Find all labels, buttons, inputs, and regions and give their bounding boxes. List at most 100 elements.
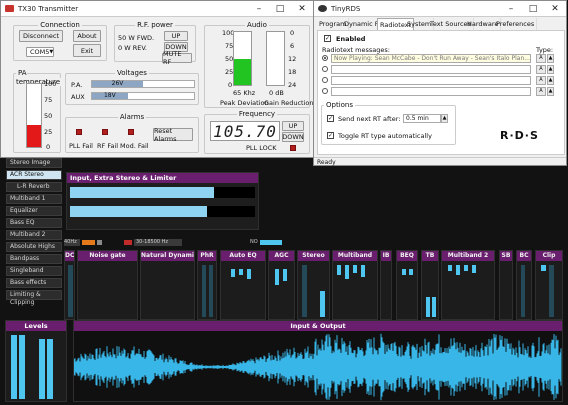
about-button[interactable]: About: [73, 30, 101, 42]
sidebar-item-equalizer[interactable]: Equalizer: [6, 206, 62, 216]
peak-scale-0: 0: [228, 81, 233, 89]
message-input-2[interactable]: [331, 65, 531, 74]
mute-rf-button[interactable]: MUTE RF: [162, 50, 192, 66]
module-noise-gate[interactable]: Noise gate: [77, 250, 138, 320]
module-meter: [448, 265, 452, 271]
module-beq[interactable]: BEQ: [396, 250, 418, 320]
toggle-rt-label: Toggle RT type automatically: [338, 132, 432, 140]
com-port-select[interactable]: COM5 ▼: [26, 47, 54, 57]
close-icon[interactable]: ✕: [544, 1, 566, 17]
message-input-3[interactable]: [331, 76, 531, 85]
rf-power-title: R.F. power: [135, 21, 175, 29]
module-clip[interactable]: Clip: [535, 250, 563, 320]
exit-button[interactable]: Exit: [73, 44, 101, 57]
module-phr[interactable]: PhR: [197, 250, 217, 320]
maximize-icon[interactable]: □: [269, 1, 291, 17]
module-tb[interactable]: TB: [421, 250, 439, 320]
module-agc[interactable]: AGC: [268, 250, 295, 320]
rf-up-button[interactable]: UP: [164, 31, 188, 41]
input-meter-left-fill: [70, 187, 215, 198]
module-meter: [541, 265, 546, 271]
module-title: Auto EQ: [221, 251, 265, 261]
input-meter-left: [70, 187, 255, 198]
sidebar-item-bandpass[interactable]: Bandpass: [6, 254, 62, 264]
message-input-1[interactable]: Now Playing: Sean McCabe - Don't Run Awa…: [331, 54, 531, 63]
message-radio-4[interactable]: [322, 88, 328, 94]
strip-freq-left: 40Hz: [64, 239, 80, 246]
temp-scale-50: 50: [44, 112, 53, 120]
pa-voltage-label: P.A.: [71, 81, 83, 89]
sidebar-item-acr-stereo[interactable]: ACR Stereo: [6, 170, 62, 180]
module-stereo[interactable]: Stereo: [297, 250, 330, 320]
input-panel-title: Input, Extra Stereo & Limiter: [67, 173, 258, 183]
module-ib[interactable]: IB: [380, 250, 392, 320]
sidebar-item-limiting-clipping[interactable]: Limiting & Clipping: [6, 290, 62, 306]
rf-reverse-value: 0 W REV.: [118, 44, 147, 52]
gain-scale-12: 12: [288, 55, 297, 63]
module-sb[interactable]: SB: [499, 250, 513, 320]
module-meter: [549, 265, 554, 317]
audio-title: Audio: [245, 21, 269, 29]
toggle-rt-checkbox[interactable]: ✓: [327, 132, 334, 139]
module-meter: [247, 269, 251, 279]
reset-alarms-button[interactable]: Reset Alarms: [153, 127, 193, 143]
aux-voltage-label: AUX: [71, 93, 85, 101]
type-select-1[interactable]: A: [536, 54, 546, 63]
enabled-label: Enabled: [336, 35, 366, 43]
minimize-icon[interactable]: –: [248, 1, 270, 17]
pll-fail-label: PLL Fail: [69, 142, 93, 150]
type-select-2[interactable]: A: [536, 65, 546, 74]
module-meter: [409, 269, 413, 275]
rf-fail-label: RF Fail: [97, 142, 119, 150]
minimize-icon[interactable]: –: [500, 1, 522, 17]
sidebar-item-singleband[interactable]: Singleband: [6, 266, 62, 276]
options-title: Options: [324, 101, 356, 109]
send-next-stepper-icon[interactable]: ▲: [441, 114, 448, 123]
type-stepper-icon[interactable]: ▲: [547, 65, 554, 74]
sidebar-item-bass-eq[interactable]: Bass EQ: [6, 218, 62, 228]
module-multiband2[interactable]: Multiband 2: [441, 250, 495, 320]
maximize-icon[interactable]: □: [522, 1, 544, 17]
message-input-4[interactable]: [331, 87, 531, 96]
tab-preferences[interactable]: Preferences: [494, 18, 538, 30]
tx30-window: TX30 Transmitter – □ ✕ Connection Discon…: [0, 0, 314, 158]
gain-scale-18: 18: [288, 68, 297, 76]
enabled-checkbox[interactable]: ✓: [324, 35, 331, 42]
waveform-trace: [74, 333, 562, 401]
sidebar-item-multiband2[interactable]: Multiband 2: [6, 230, 62, 240]
io-title: Input & Output: [74, 321, 562, 331]
temp-scale-25: 25: [44, 128, 53, 136]
module-meter: [68, 265, 73, 317]
send-next-checkbox[interactable]: ✓: [327, 115, 334, 122]
type-stepper-icon[interactable]: ▲: [547, 76, 554, 85]
message-radio-2[interactable]: [322, 66, 328, 72]
window-title: TX30 Transmitter: [18, 4, 79, 13]
sidebar-item-lr-reverb[interactable]: L-R Reverb: [6, 182, 62, 192]
frequency-up-button[interactable]: UP: [282, 121, 304, 131]
sidebar-item-absolute-highs[interactable]: Absolute Highs: [6, 242, 62, 252]
level-meter: [11, 335, 17, 399]
type-select-3[interactable]: A: [536, 76, 546, 85]
send-next-input[interactable]: 0.5 min: [403, 114, 441, 123]
module-title: AGC: [269, 251, 294, 261]
module-bc[interactable]: BC: [516, 250, 532, 320]
message-radio-3[interactable]: [322, 77, 328, 83]
disconnect-button[interactable]: Disconnect: [19, 30, 63, 42]
waveform: [74, 333, 562, 401]
type-stepper-icon[interactable]: ▲: [547, 87, 554, 96]
module-natural-dynamics[interactable]: Natural Dynamics: [140, 250, 195, 320]
sidebar-item-bass-effects[interactable]: Bass effects: [6, 278, 62, 288]
sidebar-item-stereo-image[interactable]: Stereo Image: [6, 158, 62, 168]
sidebar-item-multiband1[interactable]: Multiband 1: [6, 194, 62, 204]
module-auto-eq[interactable]: Auto EQ: [220, 250, 266, 320]
close-icon[interactable]: ✕: [291, 1, 313, 17]
frequency-down-button[interactable]: DOWN: [282, 132, 304, 142]
gain-scale-24: 24: [288, 81, 297, 89]
message-radio-1[interactable]: [322, 55, 328, 61]
module-dc[interactable]: DC: [64, 250, 75, 320]
type-select-4[interactable]: A: [536, 87, 546, 96]
levels-panel: Levels: [5, 320, 67, 402]
module-multiband[interactable]: Multiband: [332, 250, 378, 320]
type-stepper-icon[interactable]: ▲: [547, 54, 554, 63]
rds-logo-text: R·D·S: [500, 129, 539, 142]
